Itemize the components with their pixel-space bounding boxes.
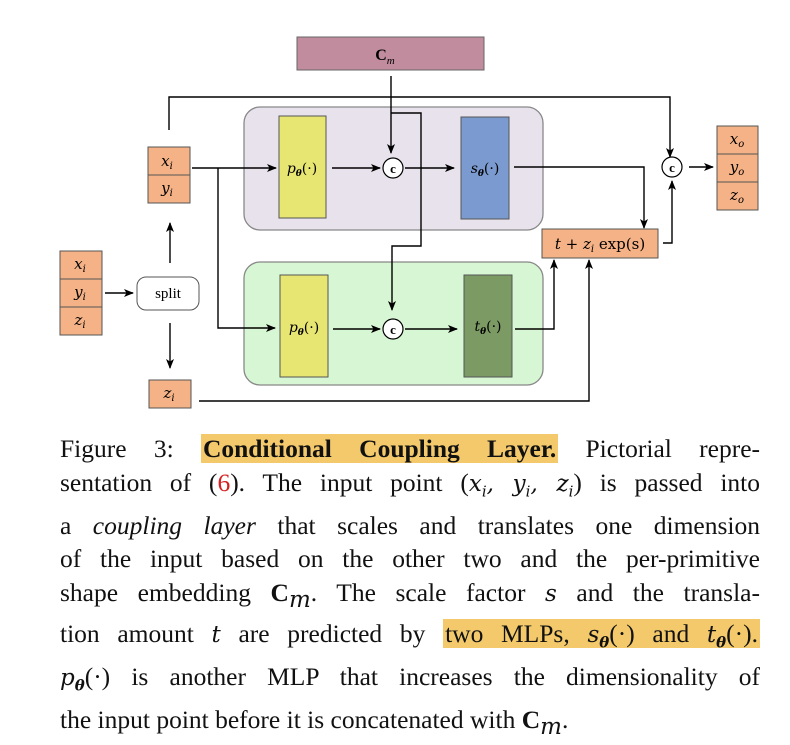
x-sub: i — [170, 161, 173, 172]
figure-title: Conditional Coupling Layer. — [200, 434, 559, 463]
embedding-label: C — [375, 47, 387, 64]
caption-line-5: shape embedding Cm. The scale factor s a… — [60, 577, 760, 613]
embedding-sub: m — [387, 55, 395, 67]
t-theta-label: tθ(·) — [474, 319, 501, 337]
svg-text:t + zi exp(s): t + zi exp(s) — [555, 235, 645, 255]
caption-line-2: sentation of (6). The input point (xi, y… — [60, 467, 760, 501]
shape-embedding-box: Cm — [296, 36, 485, 71]
affine-to-output-concat-arrow — [663, 180, 676, 244]
concat-label-top: c — [390, 161, 396, 176]
caption-line-7: pθ(·) is another MLP that increases the … — [60, 662, 760, 695]
p-theta-label-top: pθ(·) — [287, 161, 317, 179]
caption-line-8: the input point before it is concatenate… — [60, 705, 569, 741]
p-theta-label-bottom: pθ(·) — [289, 320, 319, 338]
output-xyz-box: xo yo zo — [716, 125, 759, 211]
figure-caption: Figure 3: Conditional Coupling Layer. Pi… — [60, 432, 760, 745]
affine-tail: exp(s) — [594, 235, 645, 253]
split-label: split — [155, 286, 182, 302]
caption-line-1: Figure 3: Conditional Coupling Layer. Pi… — [60, 434, 760, 463]
figure-label: Figure 3: — [60, 434, 174, 463]
affine-label: t + z — [555, 235, 591, 253]
highlighted-mlps: two MLPs, sθ(·) and tθ(·). — [443, 619, 760, 652]
y-sub: i — [170, 188, 173, 199]
input-xy-box: xi yi — [147, 146, 191, 204]
input-xyz-box: xi yi zi — [59, 250, 103, 336]
caption-line-6: tion amount t are predicted by two MLPs,… — [60, 619, 760, 652]
caption-line-4: of the input based on the other two and … — [60, 544, 760, 574]
coupling-layer-diagram: Cm xi yi pθ(·) c sθ(·) pθ(·) c tθ(·) t +… — [59, 36, 759, 409]
caption-line-3: a coupling layer that scales and transla… — [60, 510, 760, 540]
s-theta-label: sθ(·) — [471, 161, 500, 179]
equation-ref-link[interactable]: 6 — [217, 468, 230, 497]
affine-transform-box: t + zi exp(s) — [541, 228, 659, 259]
concat-label-bottom: c — [390, 322, 396, 337]
concat-label-output: c — [669, 160, 675, 175]
